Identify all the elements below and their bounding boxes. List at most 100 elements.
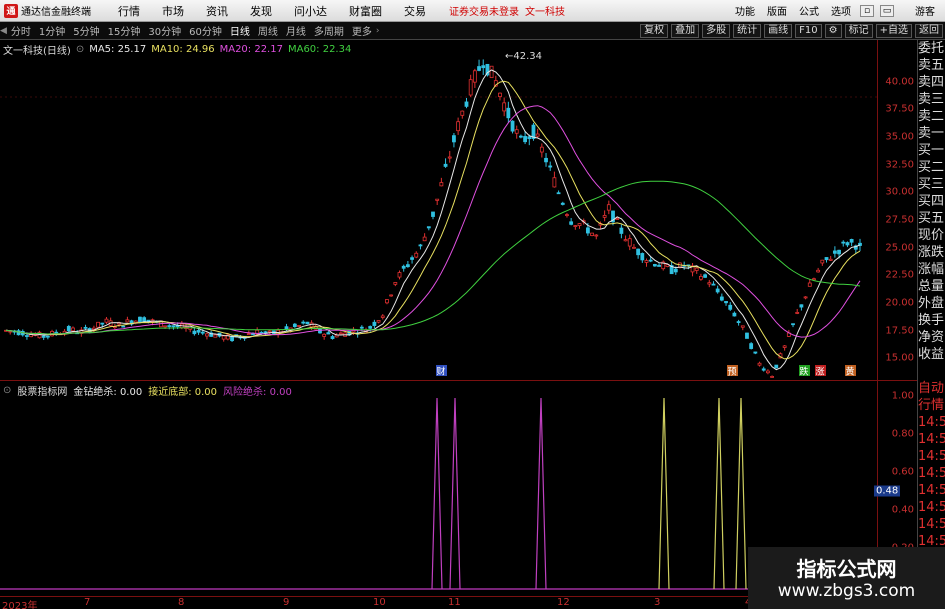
candle-body xyxy=(251,333,255,336)
candle-body xyxy=(728,304,733,310)
stats-button[interactable]: 统计 xyxy=(733,23,762,38)
chevron-right-icon[interactable]: › xyxy=(376,26,380,36)
kline-chart-panel[interactable]: ←42.34←12.11财预跌涨黄 文一科技(日线) ⊙ MA5: 25.17 … xyxy=(0,40,877,380)
candle-body xyxy=(426,226,431,229)
menu-item-market[interactable]: 市场 xyxy=(151,3,195,19)
add-watchlist-button[interactable]: +自选 xyxy=(875,23,912,38)
event-marker-label: 黄 xyxy=(846,366,855,378)
side-row[interactable]: 买三 xyxy=(918,176,945,193)
settings-dot-icon[interactable]: ⊙ xyxy=(76,44,84,55)
side-row[interactable]: 委托 xyxy=(918,40,945,57)
candle-body xyxy=(393,282,398,285)
menu-item-ask[interactable]: 问小达 xyxy=(283,3,338,19)
period-30min[interactable]: 30分钟 xyxy=(144,23,185,38)
candle-body xyxy=(481,65,486,69)
side-row[interactable]: 买四 xyxy=(918,193,945,210)
side-row[interactable] xyxy=(918,363,945,380)
draw-line-button[interactable]: 画线 xyxy=(764,23,793,38)
side-row[interactable]: 卖四 xyxy=(918,74,945,91)
price-tick: 22.50 xyxy=(885,269,914,281)
menu-item-wealth[interactable]: 财富圈 xyxy=(338,3,393,19)
side-row[interactable]: 收益 xyxy=(918,346,945,363)
side-row[interactable]: 换手 xyxy=(918,312,945,329)
overlay-button[interactable]: 叠加 xyxy=(671,23,700,38)
side-row[interactable]: 买五 xyxy=(918,210,945,227)
guest-label[interactable]: 游客 xyxy=(915,3,935,18)
candle-body xyxy=(694,267,699,271)
candle-body xyxy=(196,330,201,333)
period-weekly[interactable]: 周线 xyxy=(254,23,282,38)
period-5min[interactable]: 5分钟 xyxy=(69,23,103,38)
watermark: 指标公式网 www.zbgs3.com xyxy=(748,547,945,609)
side-row[interactable]: 14:50 xyxy=(918,482,945,499)
menu-layout[interactable]: 版面 xyxy=(761,3,793,18)
period-more[interactable]: 更多 xyxy=(348,23,376,38)
period-60min[interactable]: 60分钟 xyxy=(185,23,226,38)
side-row[interactable]: 总量 xyxy=(918,278,945,295)
settings-dot-icon[interactable]: ⊙ xyxy=(3,385,11,396)
menu-item-quotes[interactable]: 行情 xyxy=(107,3,151,19)
menu-item-trade[interactable]: 交易 xyxy=(393,3,437,19)
menu-item-discover[interactable]: 发现 xyxy=(239,3,283,19)
event-marker-label: 财 xyxy=(437,366,446,378)
candle-body xyxy=(632,246,636,249)
menu-options[interactable]: 选项 xyxy=(825,3,857,18)
period-multi[interactable]: 多周期 xyxy=(310,23,348,38)
candle-body xyxy=(443,163,448,167)
indicator-current-value: 0.48 xyxy=(874,485,901,497)
side-row[interactable]: 14:50 xyxy=(918,499,945,516)
side-row[interactable]: 卖三 xyxy=(918,91,945,108)
side-row[interactable]: 涨跌 xyxy=(918,244,945,261)
candle-body xyxy=(301,321,306,324)
collapse-left-icon[interactable]: ◀ xyxy=(0,26,7,36)
menu-item-news[interactable]: 资讯 xyxy=(195,3,239,19)
candle-body xyxy=(807,282,812,287)
restore-icon[interactable]: ▫ xyxy=(860,4,874,17)
login-alert[interactable]: 证券交易未登录 xyxy=(449,3,519,18)
candle-body xyxy=(322,333,327,337)
candle-body xyxy=(405,264,410,268)
side-row[interactable]: 自动 xyxy=(918,380,945,397)
side-row[interactable]: 外盘 xyxy=(918,295,945,312)
menu-formula[interactable]: 公式 xyxy=(793,3,825,18)
period-1min[interactable]: 1分钟 xyxy=(35,23,69,38)
back-button[interactable]: 返回 xyxy=(915,23,943,38)
indicator-panel[interactable]: ⊙ 股票指标网 金钻绝杀: 0.00 接近底部: 0.00 风险绝杀: 0.00 xyxy=(0,380,877,596)
side-row[interactable]: 14:50 xyxy=(918,431,945,448)
side-row[interactable]: 涨幅 xyxy=(918,261,945,278)
side-row[interactable]: 14:50 xyxy=(918,414,945,431)
period-intraday[interactable]: 分时 xyxy=(7,23,35,38)
side-row[interactable]: 行情 xyxy=(918,397,945,414)
signal-spike xyxy=(535,397,547,590)
side-row[interactable]: 现价 xyxy=(918,227,945,244)
side-row[interactable]: 买二 xyxy=(918,159,945,176)
candle-body xyxy=(774,364,779,369)
period-monthly[interactable]: 月线 xyxy=(282,23,310,38)
window-icon[interactable]: ▭ xyxy=(880,4,894,17)
indicator-chart[interactable] xyxy=(0,381,877,597)
mark-button[interactable]: 标记 xyxy=(844,23,873,38)
multi-stock-button[interactable]: 多股 xyxy=(702,23,731,38)
kline-chart[interactable]: ←42.34←12.11财预跌涨黄 xyxy=(0,40,877,380)
candle-body xyxy=(456,121,461,132)
side-row[interactable]: 14:50 xyxy=(918,448,945,465)
candle-body xyxy=(795,312,800,314)
candle-body xyxy=(619,227,624,234)
price-tick: 25.00 xyxy=(885,242,914,254)
side-row[interactable]: 14:50 xyxy=(918,516,945,533)
gear-icon[interactable]: ⚙ xyxy=(824,23,842,38)
f10-button[interactable]: F10 xyxy=(795,23,822,38)
period-15min[interactable]: 15分钟 xyxy=(104,23,145,38)
candle-body xyxy=(339,332,343,335)
side-row[interactable]: 净资 xyxy=(918,329,945,346)
side-row[interactable]: 卖一 xyxy=(918,125,945,142)
side-row[interactable]: 卖五 xyxy=(918,57,945,74)
period-daily[interactable]: 日线 xyxy=(226,23,254,38)
side-row[interactable]: 卖二 xyxy=(918,108,945,125)
side-row[interactable]: 14:50 xyxy=(918,465,945,482)
menu-function[interactable]: 功能 xyxy=(729,3,761,18)
candle-body xyxy=(125,319,130,323)
adjust-button[interactable]: 复权 xyxy=(640,23,669,38)
side-row[interactable]: 买一 xyxy=(918,142,945,159)
candle-body xyxy=(820,259,825,264)
